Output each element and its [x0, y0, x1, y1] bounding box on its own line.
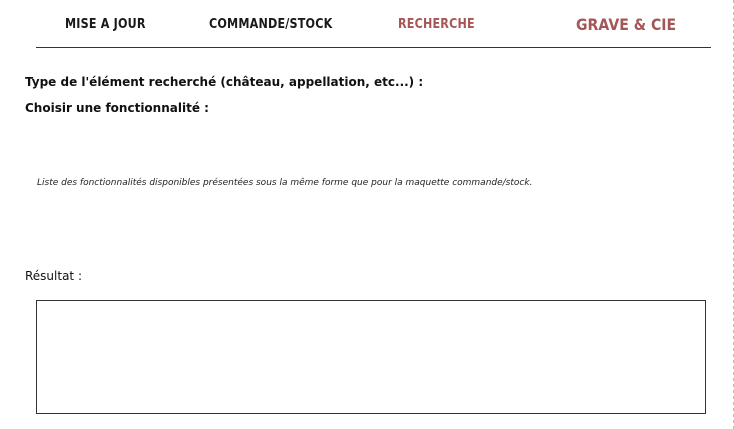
- functions-placeholder-note: Liste des fonctionnalités disponibles pr…: [37, 178, 533, 188]
- result-area[interactable]: [36, 300, 706, 414]
- nav-item-mise-a-jour[interactable]: MISE A JOUR: [65, 17, 146, 33]
- search-type-label: Type de l'élément recherché (château, ap…: [25, 75, 424, 89]
- top-navigation: MISE A JOUR COMMANDE/STOCK RECHERCHE GRA…: [0, 0, 734, 48]
- function-choice-label: Choisir une fonctionnalité :: [25, 101, 209, 115]
- brand-logo-text: GRAVE & CIE: [576, 15, 677, 34]
- nav-divider: [36, 47, 711, 48]
- nav-item-recherche[interactable]: RECHERCHE: [398, 17, 475, 33]
- result-label: Résultat :: [25, 269, 82, 283]
- nav-item-commande-stock[interactable]: COMMANDE/STOCK: [209, 17, 332, 33]
